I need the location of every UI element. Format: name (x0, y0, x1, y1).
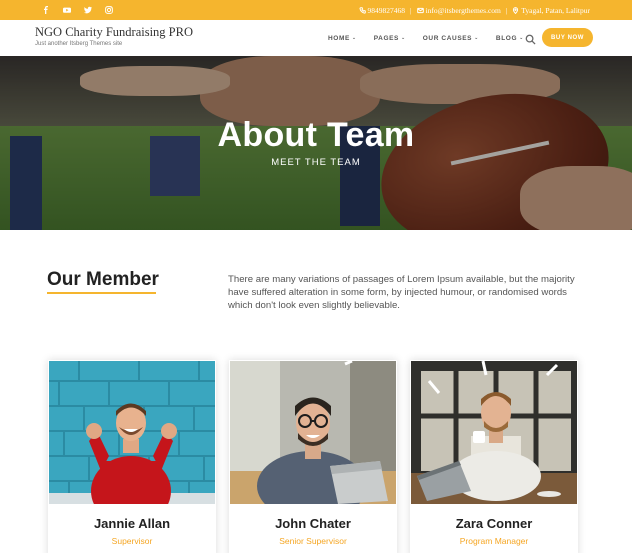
location-pin-icon (513, 6, 519, 14)
mail-icon (416, 7, 424, 13)
site-title[interactable]: NGO Charity Fundraising PRO (35, 25, 193, 40)
member-name[interactable]: Jannie Allan (48, 516, 216, 531)
nav-item-label: HOME (328, 34, 350, 42)
phone-icon (359, 6, 366, 14)
member-name[interactable]: Zara Conner (410, 516, 578, 531)
address-text: Tyagal, Patan, Lalitpur (521, 5, 590, 15)
top-bar: 9849827468 | info@itsbergthemes.com | Ty… (0, 0, 632, 20)
team-card[interactable]: Jannie Allan Supervisor (48, 360, 216, 553)
social-links (35, 0, 119, 20)
nav-item-home[interactable]: HOME ⌄ (328, 35, 357, 42)
member-role: Senior Supervisor (279, 536, 347, 546)
member-role: Supervisor (111, 536, 153, 546)
chevron-down-icon: ⌄ (400, 35, 406, 41)
section-intro: There are many variations of passages of… (228, 274, 575, 311)
chevron-down-icon: ⌄ (351, 35, 357, 41)
main-nav: HOME ⌄ PAGES ⌄ OUR CAUSES ⌄ BLOG ⌄ (328, 20, 541, 56)
phone-number: 9849827468 (367, 5, 406, 15)
member-name[interactable]: John Chater (229, 516, 397, 531)
email-item[interactable]: info@itsbergthemes.com (416, 5, 501, 15)
section-heading: Our Member (47, 269, 159, 290)
nav-item-label: OUR CAUSES (422, 34, 473, 42)
instagram-icon[interactable] (98, 0, 119, 20)
nav-item-label: BLOG (495, 34, 518, 42)
hero-banner: About Team MEET THE TEAM (0, 56, 632, 230)
nav-item-blog[interactable]: BLOG ⌄ (496, 35, 524, 42)
nav-item-our-causes[interactable]: OUR CAUSES ⌄ (423, 35, 479, 42)
site-header: NGO Charity Fundraising PRO Just another… (0, 20, 632, 56)
nav-item-pages[interactable]: PAGES ⌄ (374, 35, 406, 42)
search-icon[interactable] (525, 32, 536, 45)
member-role: Program Manager (459, 536, 529, 546)
page-subtitle: MEET THE TEAM (271, 157, 361, 168)
chevron-down-icon: ⌄ (519, 35, 524, 41)
twitter-icon[interactable] (77, 0, 98, 20)
facebook-icon[interactable] (35, 0, 56, 20)
heading-underline (47, 292, 156, 294)
buy-now-button[interactable]: BUY NOW (542, 28, 593, 47)
site-tagline: Just another Itsberg Themes site (35, 41, 123, 47)
separator: | (505, 5, 508, 15)
nav-item-label: PAGES (373, 34, 399, 42)
phone-item[interactable]: 9849827468 (359, 5, 406, 15)
member-photo (49, 361, 215, 504)
separator: | (410, 5, 412, 15)
member-photo (411, 361, 577, 504)
page-title: About Team (217, 116, 415, 154)
contact-info: 9849827468 | info@itsbergthemes.com | Ty… (359, 0, 590, 20)
team-card[interactable]: John Chater Senior Supervisor (229, 360, 397, 553)
address-item: Tyagal, Patan, Lalitpur (512, 6, 590, 15)
email-address: info@itsbergthemes.com (425, 5, 501, 15)
member-photo (230, 361, 396, 504)
chevron-down-icon: ⌄ (474, 35, 479, 41)
site-branding[interactable]: NGO Charity Fundraising PRO Just another… (35, 25, 193, 49)
team-card[interactable]: Zara Conner Program Manager (410, 360, 578, 553)
youtube-icon[interactable] (56, 0, 77, 20)
